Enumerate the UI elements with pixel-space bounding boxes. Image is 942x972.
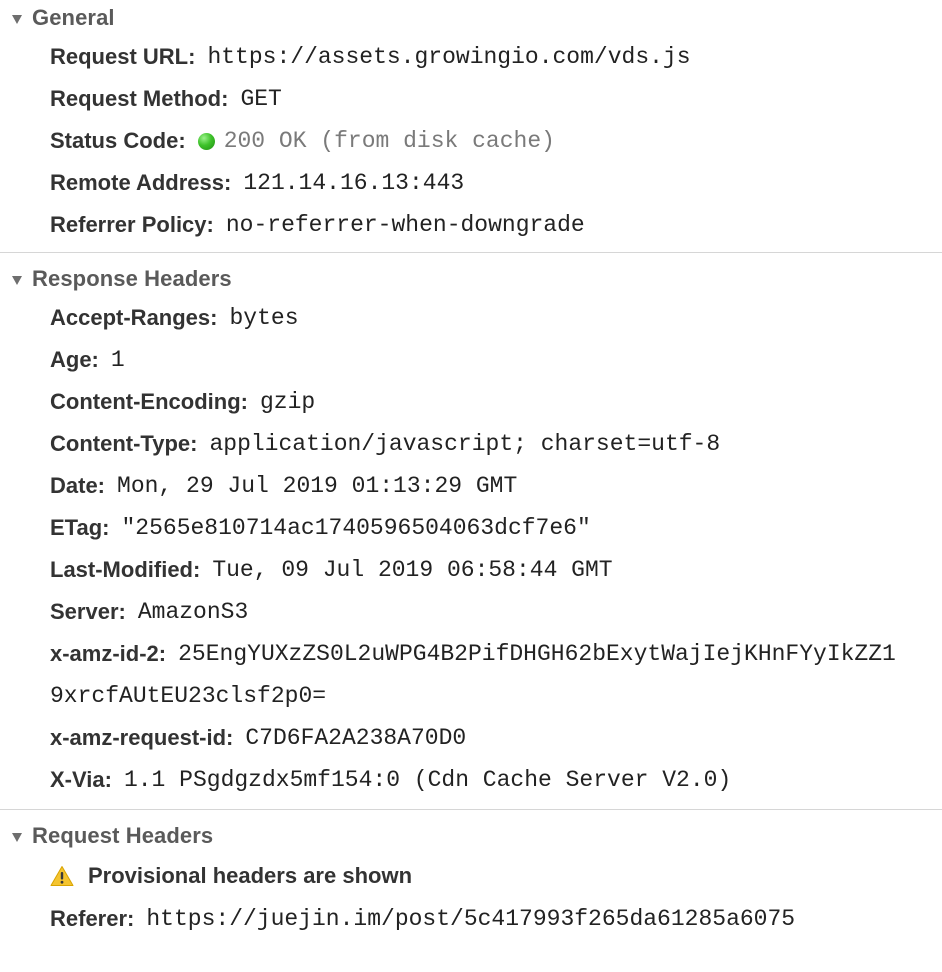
header-key: Request Method: — [50, 86, 229, 111]
header-value: GET — [240, 86, 282, 112]
header-row-referer: Referer: https://juejin.im/post/5c417993… — [50, 898, 942, 940]
header-row-status-code: Status Code: 200 OK (from disk cache) — [50, 120, 942, 162]
request-headers-title: Request Headers — [32, 823, 214, 848]
header-value: gzip — [259, 389, 316, 415]
header-key: Request URL: — [50, 44, 196, 69]
header-value: Tue, 09 Jul 2019 06:58:44 GMT — [212, 557, 613, 583]
header-row-date: Date: Mon, 29 Jul 2019 01:13:29 GMT — [50, 465, 942, 507]
header-row-etag: ETag: "2565e810714ac1740596504063dcf7e6" — [50, 507, 942, 549]
general-section-title: General — [32, 5, 115, 30]
header-value: Mon, 29 Jul 2019 01:13:29 GMT — [117, 473, 518, 499]
header-row-remote-address: Remote Address: 121.14.16.13:443 — [50, 162, 942, 204]
header-row-age: Age: 1 — [50, 339, 942, 381]
header-value: https://assets.growingio.com/vds.js — [207, 44, 691, 70]
header-row-x-via: X-Via: 1.1 PSgdgzdx5mf154:0 (Cdn Cache S… — [50, 759, 942, 801]
header-row-request-url: Request URL: https://assets.growingio.co… — [50, 36, 942, 78]
header-key: Content-Encoding: — [50, 389, 248, 414]
header-row-request-method: Request Method: GET — [50, 78, 942, 120]
header-key: Remote Address: — [50, 170, 232, 195]
header-value: bytes — [229, 305, 299, 331]
expand-triangle-icon[interactable] — [12, 14, 22, 24]
header-row-x-amz-id-2: x-amz-id-2: 25EngYUXzZS0L2uWPG4B2PifDHGH… — [50, 633, 942, 675]
header-value: https://juejin.im/post/5c417993f265da612… — [146, 906, 796, 932]
response-headers-rows: Accept-Ranges: bytes Age: 1 Content-Enco… — [0, 297, 942, 801]
warning-text: Provisional headers are shown — [88, 863, 413, 888]
section-divider — [0, 809, 942, 810]
header-value-continued: 9xrcfAUtEU23clsf2p0= — [50, 683, 327, 709]
response-headers-section: Response Headers Accept-Ranges: bytes Ag… — [0, 261, 942, 809]
header-key: Accept-Ranges: — [50, 305, 218, 330]
general-section: General Request URL: https://assets.grow… — [0, 0, 942, 252]
header-key: ETag: — [50, 515, 110, 540]
header-key: Status Code: — [50, 128, 186, 153]
header-value: 200 OK (from disk cache) — [223, 128, 555, 154]
header-key: Server: — [50, 599, 126, 624]
header-key: x-amz-id-2: — [50, 641, 167, 666]
header-value: AmazonS3 — [137, 599, 249, 625]
header-row-content-type: Content-Type: application/javascript; ch… — [50, 423, 942, 465]
general-section-toggle[interactable]: General — [0, 0, 942, 36]
header-row-x-amz-id-2-continued: 9xrcfAUtEU23clsf2p0= — [50, 675, 942, 717]
header-row-server: Server: AmazonS3 — [50, 591, 942, 633]
provisional-headers-warning: Provisional headers are shown — [50, 854, 942, 898]
header-key: X-Via: — [50, 767, 112, 792]
header-row-content-encoding: Content-Encoding: gzip — [50, 381, 942, 423]
header-key: Date: — [50, 473, 106, 498]
header-value: 1 — [110, 347, 125, 373]
general-rows: Request URL: https://assets.growingio.co… — [0, 36, 942, 246]
request-headers-toggle[interactable]: Request Headers — [0, 818, 942, 854]
header-value: no-referrer-when-downgrade — [225, 212, 585, 238]
header-row-referrer-policy: Referrer Policy: no-referrer-when-downgr… — [50, 204, 942, 246]
header-value: 1.1 PSgdgzdx5mf154:0 (Cdn Cache Server V… — [123, 767, 732, 793]
header-row-last-modified: Last-Modified: Tue, 09 Jul 2019 06:58:44… — [50, 549, 942, 591]
status-ok-icon — [197, 132, 215, 150]
header-row-accept-ranges: Accept-Ranges: bytes — [50, 297, 942, 339]
response-headers-title: Response Headers — [32, 266, 232, 291]
header-value: C7D6FA2A238A70D0 — [245, 725, 467, 751]
expand-triangle-icon[interactable] — [12, 832, 22, 842]
request-headers-section: Request Headers Provisional headers are … — [0, 818, 942, 940]
header-key: Content-Type: — [50, 431, 198, 456]
warning-triangle-icon — [50, 866, 74, 886]
header-value: application/javascript; charset=utf-8 — [209, 431, 721, 457]
header-row-x-amz-request-id: x-amz-request-id: C7D6FA2A238A70D0 — [50, 717, 942, 759]
request-headers-rows: Provisional headers are shown Referer: h… — [0, 854, 942, 940]
header-value: 25EngYUXzZS0L2uWPG4B2PifDHGH62bExytWajIe… — [178, 641, 896, 667]
header-key: Referer: — [50, 906, 135, 931]
header-key: Age: — [50, 347, 99, 372]
header-value: 121.14.16.13:443 — [243, 170, 465, 196]
expand-triangle-icon[interactable] — [12, 275, 22, 285]
header-value: "2565e810714ac1740596504063dcf7e6" — [121, 515, 591, 541]
header-key: Referrer Policy: — [50, 212, 214, 237]
response-headers-toggle[interactable]: Response Headers — [0, 261, 942, 297]
header-key: x-amz-request-id: — [50, 725, 234, 750]
header-key: Last-Modified: — [50, 557, 201, 582]
section-divider — [0, 252, 942, 253]
